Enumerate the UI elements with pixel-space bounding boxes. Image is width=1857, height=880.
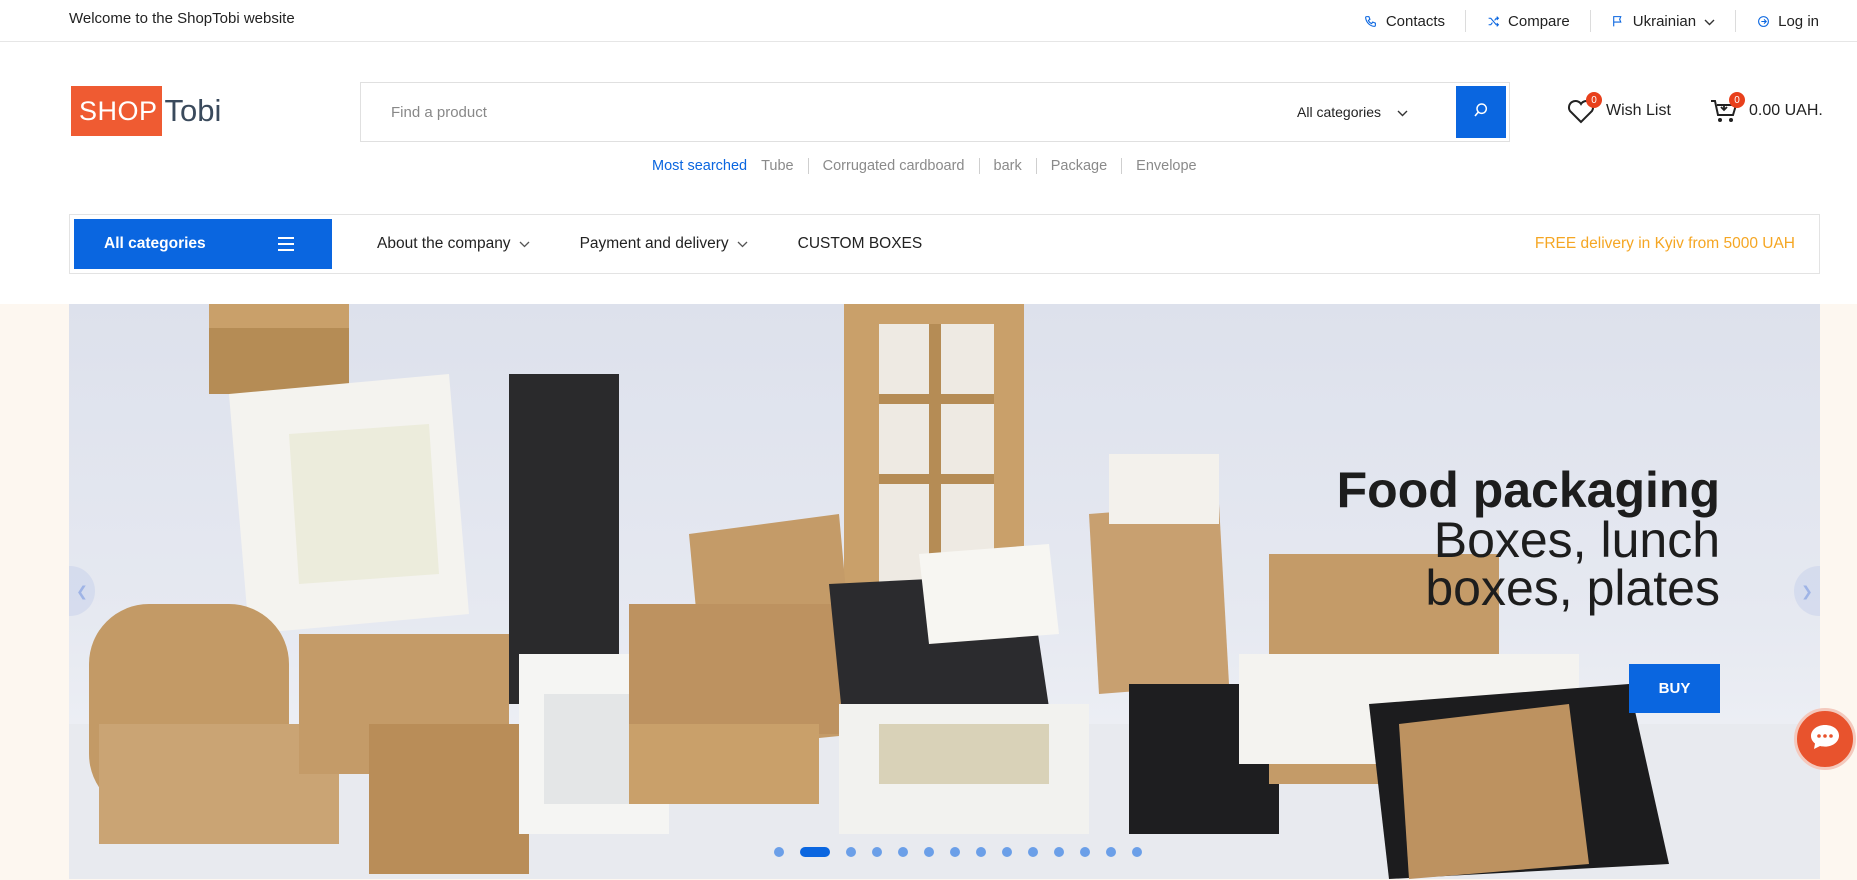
shuffle-icon xyxy=(1486,14,1500,28)
login-icon xyxy=(1756,14,1770,28)
wishlist-label: Wish List xyxy=(1606,102,1671,119)
popular-label: Most searched xyxy=(652,158,748,174)
popular-term[interactable]: bark xyxy=(978,158,1036,174)
cart-link[interactable]: 0 0.00 UAH. xyxy=(1709,92,1823,126)
hero-subtitle-line2: boxes, plates xyxy=(1425,560,1720,616)
slider-dot[interactable] xyxy=(1002,847,1012,857)
slider-dot[interactable] xyxy=(774,847,784,857)
chat-icon xyxy=(1809,723,1841,756)
nav-item-custom-boxes[interactable]: CUSTOM BOXES xyxy=(798,235,923,253)
free-delivery-promo: FREE delivery in Kyiv from 5000 UAH xyxy=(1534,235,1795,252)
cart-icon: 0 xyxy=(1709,92,1745,126)
hero-subtitle-line1: Boxes, lunch xyxy=(1433,512,1720,568)
slider-dot[interactable] xyxy=(1106,847,1116,857)
heart-icon: 0 xyxy=(1566,92,1602,126)
compare-label: Compare xyxy=(1508,12,1570,30)
chevron-down-icon xyxy=(519,235,530,253)
slider-dot[interactable] xyxy=(924,847,934,857)
logo-shop: SHOP xyxy=(71,86,162,136)
contacts-link[interactable]: Contacts xyxy=(1344,10,1465,32)
wishlist-count-badge: 0 xyxy=(1586,92,1602,108)
hero-slider: Food packaging Boxes, lunch boxes, plate… xyxy=(69,304,1820,879)
all-categories-button[interactable]: All categories xyxy=(74,219,332,269)
welcome-text: Welcome to the ShopTobi website xyxy=(69,10,295,27)
slider-dot[interactable] xyxy=(846,847,856,857)
popular-searches: Most searched Tube Corrugated cardboard … xyxy=(652,158,1211,174)
site-logo[interactable]: SHOP Tobi xyxy=(71,86,221,136)
menu-icon xyxy=(278,237,294,256)
slider-dot[interactable] xyxy=(800,847,830,857)
slider-dot[interactable] xyxy=(976,847,986,857)
search-input[interactable] xyxy=(361,83,1241,141)
chat-button[interactable] xyxy=(1794,708,1856,770)
chevron-down-icon xyxy=(737,235,748,253)
search-bar: All categories xyxy=(360,82,1510,142)
slider-dot[interactable] xyxy=(1028,847,1038,857)
hero-title: Food packaging xyxy=(1336,462,1720,518)
popular-term[interactable]: Package xyxy=(1035,158,1121,174)
slider-dot[interactable] xyxy=(950,847,960,857)
wishlist-link[interactable]: 0 Wish List xyxy=(1566,92,1671,126)
login-link[interactable]: Log in xyxy=(1735,10,1819,32)
search-category-label: All categories xyxy=(1297,104,1382,120)
compare-link[interactable]: Compare xyxy=(1465,10,1590,32)
chevron-left-icon: ❮ xyxy=(76,582,88,599)
search-category-select[interactable]: All categories xyxy=(1297,83,1408,141)
popular-term[interactable]: Envelope xyxy=(1121,158,1210,174)
popular-term[interactable]: Tube xyxy=(761,158,808,174)
slider-dot[interactable] xyxy=(1080,847,1090,857)
search-icon xyxy=(1473,102,1489,123)
nav-item-label: Payment and delivery xyxy=(579,235,729,252)
slider-pagination xyxy=(774,847,1158,857)
all-categories-label: All categories xyxy=(104,235,206,252)
top-links: Contacts Compare Ukrainian Log in xyxy=(1344,0,1819,42)
buy-button[interactable]: BUY xyxy=(1629,664,1720,713)
logo-tobi: Tobi xyxy=(164,93,222,128)
flag-icon xyxy=(1611,14,1625,28)
cart-count-badge: 0 xyxy=(1729,92,1745,108)
search-button[interactable] xyxy=(1456,86,1506,138)
nav-item-payment[interactable]: Payment and delivery xyxy=(580,235,748,253)
nav-item-label: About the company xyxy=(377,235,511,252)
language-label: Ukrainian xyxy=(1632,12,1697,30)
slider-dot[interactable] xyxy=(1132,847,1142,857)
slider-dot[interactable] xyxy=(1054,847,1064,857)
nav-item-about[interactable]: About the company xyxy=(377,235,530,253)
language-select[interactable]: Ukrainian xyxy=(1589,10,1735,32)
hero-text: Food packaging Boxes, lunch boxes, plate… xyxy=(1336,462,1720,616)
main-nav: All categories About the company Payment… xyxy=(69,214,1820,274)
login-label: Log in xyxy=(1778,12,1819,30)
phone-icon xyxy=(1364,14,1378,28)
slider-dot[interactable] xyxy=(898,847,908,857)
contacts-label: Contacts xyxy=(1385,12,1446,30)
chevron-down-icon xyxy=(1704,13,1715,30)
cart-total: 0.00 UAH. xyxy=(1749,102,1823,119)
nav-item-label: CUSTOM BOXES xyxy=(797,235,923,252)
nav-menu: About the company Payment and delivery C… xyxy=(377,215,972,273)
chevron-down-icon xyxy=(1397,104,1408,120)
slider-dot[interactable] xyxy=(872,847,882,857)
chevron-right-icon: ❯ xyxy=(1801,582,1813,599)
popular-term[interactable]: Corrugated cardboard xyxy=(807,158,979,174)
top-bar: Welcome to the ShopTobi website Contacts… xyxy=(0,0,1857,42)
